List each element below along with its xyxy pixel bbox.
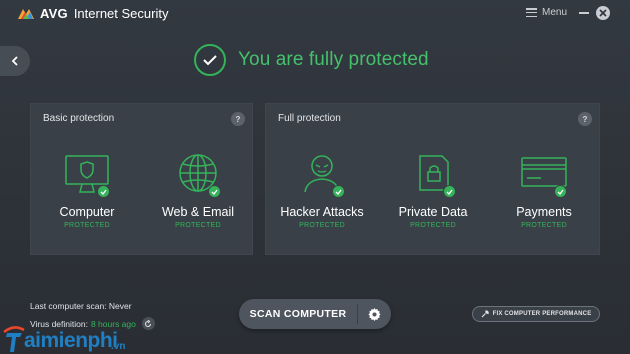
feature-private-data[interactable]: Private Data PROTECTED xyxy=(385,152,481,229)
refresh-icon xyxy=(145,319,152,327)
minimize-button[interactable] xyxy=(578,7,590,19)
feature-name: Computer xyxy=(59,205,115,219)
menu-label: Menu xyxy=(542,7,568,18)
hamburger-icon xyxy=(526,8,537,17)
last-scan-value: Never xyxy=(108,301,132,311)
feature-status: PROTECTED xyxy=(410,222,456,229)
check-icon xyxy=(332,185,345,198)
fix-performance-label: FIX COMPUTER PERFORMANCE xyxy=(492,311,592,317)
fix-performance-button[interactable]: FIX COMPUTER PERFORMANCE xyxy=(472,306,600,322)
panel-title: Basic protection xyxy=(43,113,115,124)
panel-title: Full protection xyxy=(278,113,341,124)
product-name: Internet Security xyxy=(73,6,169,21)
gear-icon xyxy=(368,307,381,321)
full-protection-panel: Full protection ? Hacker Attacks PROTECT… xyxy=(265,103,600,255)
feature-computer[interactable]: Computer PROTECTED xyxy=(39,152,135,229)
update-button[interactable] xyxy=(141,317,155,330)
watermark-suffix: .vn xyxy=(111,341,126,352)
feature-status: PROTECTED xyxy=(175,222,221,229)
basic-protection-panel: Basic protection ? Computer PROTECTED We… xyxy=(30,103,253,255)
scan-computer-button[interactable]: SCAN COMPUTER xyxy=(239,299,357,329)
wrench-icon xyxy=(481,310,489,318)
status-check-icon xyxy=(194,44,226,76)
avg-logo-icon xyxy=(18,8,34,19)
status-headline: You are fully protected xyxy=(238,49,429,70)
feature-name: Payments xyxy=(516,205,572,219)
menu-button[interactable]: Menu xyxy=(526,7,567,18)
protection-status: You are fully protected xyxy=(194,44,429,76)
title-bar: AVG Internet Security Menu xyxy=(0,0,630,28)
feature-name: Hacker Attacks xyxy=(280,205,364,219)
brand-name: AVG xyxy=(40,6,68,21)
check-icon xyxy=(208,185,221,198)
help-button[interactable]: ? xyxy=(578,112,592,126)
chevron-left-icon xyxy=(11,56,18,66)
feature-name: Web & Email xyxy=(161,205,234,219)
back-button[interactable] xyxy=(0,46,30,76)
avg-main-window: AVG Internet Security Menu You are fully… xyxy=(0,0,630,354)
minimize-icon xyxy=(579,12,589,14)
feature-name: Private Data xyxy=(398,205,468,219)
check-icon xyxy=(443,185,456,198)
feature-status: PROTECTED xyxy=(64,222,110,229)
scan-settings-button[interactable] xyxy=(358,299,391,329)
last-scan-label: Last computer scan: xyxy=(30,301,107,311)
watermark-logo: aimienphi .vn xyxy=(2,318,125,354)
check-icon xyxy=(554,185,567,198)
close-icon xyxy=(599,9,607,17)
close-button[interactable] xyxy=(596,6,610,20)
watermark-text: aimienphi xyxy=(24,329,118,352)
feature-status: PROTECTED xyxy=(299,222,345,229)
feature-hacker-attacks[interactable]: Hacker Attacks PROTECTED xyxy=(274,152,370,229)
feature-payments[interactable]: Payments PROTECTED xyxy=(496,152,592,229)
scan-button-group: SCAN COMPUTER xyxy=(239,299,391,329)
help-button[interactable]: ? xyxy=(231,112,245,126)
check-icon xyxy=(97,185,110,198)
watermark-t-icon xyxy=(3,326,25,352)
app-logo: AVG Internet Security xyxy=(16,6,168,21)
last-scan-info: Last computer scan: Never xyxy=(30,301,132,311)
feature-status: PROTECTED xyxy=(521,222,567,229)
feature-web-email[interactable]: Web & Email PROTECTED xyxy=(150,152,246,229)
